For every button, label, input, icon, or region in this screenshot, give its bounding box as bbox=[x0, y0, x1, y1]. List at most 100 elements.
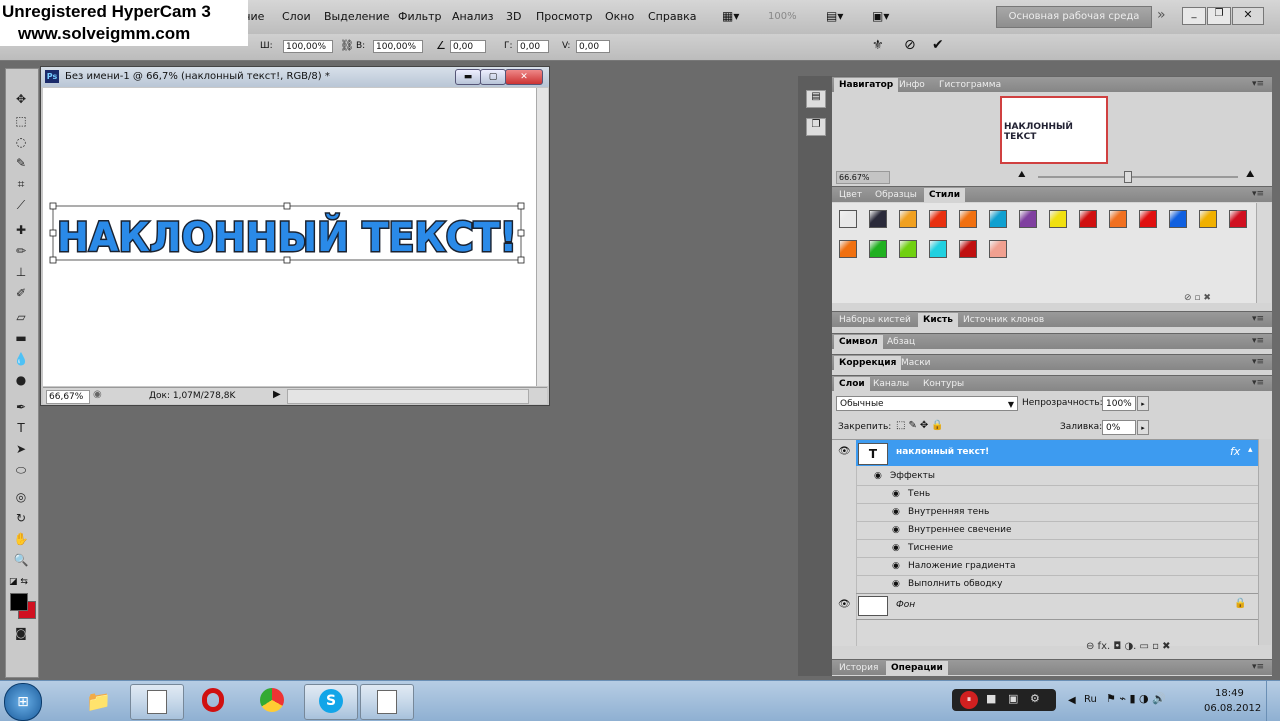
tab-history[interactable]: История bbox=[834, 661, 883, 675]
start-button[interactable]: ⊞ bbox=[4, 683, 42, 721]
style-swatch[interactable] bbox=[1139, 210, 1157, 228]
taskbar-opera[interactable] bbox=[188, 684, 240, 718]
tab-channels[interactable]: Каналы bbox=[868, 377, 914, 391]
language-indicator[interactable]: Ru bbox=[1084, 694, 1097, 705]
blur-icon[interactable]: 💧 bbox=[12, 351, 30, 367]
tab-adjustments[interactable]: Коррекция bbox=[834, 356, 902, 370]
effect-row[interactable]: ◉ Внутреннее свечение bbox=[856, 521, 1258, 540]
styles-footer-icons[interactable]: ⊘ ▫ ✖ bbox=[1184, 293, 1211, 303]
taskbar-app-2[interactable] bbox=[360, 684, 414, 720]
status-arrow-icon[interactable]: ▶ bbox=[273, 389, 281, 400]
style-swatch[interactable] bbox=[929, 210, 947, 228]
quick-select-icon[interactable]: ✎ bbox=[12, 155, 30, 171]
opacity-arrow-icon[interactable]: ▸ bbox=[1137, 396, 1149, 411]
eye-icon[interactable]: ◉ bbox=[892, 557, 900, 575]
styles-scrollbar[interactable] bbox=[1256, 203, 1271, 303]
style-swatch[interactable] bbox=[1079, 210, 1097, 228]
3d-rotate-icon[interactable]: ◎ bbox=[12, 489, 30, 505]
panel-menu-icon[interactable]: ▾≡ bbox=[1252, 314, 1264, 324]
path-select-icon[interactable]: ➤ bbox=[12, 441, 30, 457]
eye-icon[interactable]: 👁 bbox=[838, 446, 851, 457]
menu-item-layers[interactable]: Слои bbox=[282, 10, 311, 23]
commit-icon[interactable]: ✔ bbox=[932, 37, 944, 53]
link-icon[interactable]: ⛓ bbox=[340, 39, 354, 52]
tab-brush[interactable]: Кисть bbox=[918, 313, 958, 327]
zoom-level[interactable]: 100% bbox=[768, 11, 797, 22]
taskbar-skype[interactable]: S bbox=[304, 684, 358, 720]
navigator-zoom-slider[interactable] bbox=[1038, 171, 1238, 183]
style-swatch[interactable] bbox=[959, 210, 977, 228]
width-field[interactable]: 100,00% bbox=[283, 40, 333, 53]
tab-paths[interactable]: Контуры bbox=[918, 377, 969, 391]
eye-icon[interactable]: ◉ bbox=[874, 467, 882, 485]
chevron-right-icon[interactable]: » bbox=[1157, 7, 1166, 23]
text-layer-row[interactable]: T наклонный текст! fx ▴ bbox=[856, 440, 1258, 466]
arrange-icon[interactable]: ▤▾ bbox=[826, 9, 843, 23]
close-icon[interactable]: ✕ bbox=[1232, 7, 1264, 25]
panel-menu-icon[interactable]: ▾≡ bbox=[1252, 79, 1264, 89]
panel-menu-icon[interactable]: ▾≡ bbox=[1252, 336, 1264, 346]
style-swatch[interactable] bbox=[899, 210, 917, 228]
tab-info[interactable]: Инфо bbox=[894, 78, 930, 92]
clock-time[interactable]: 18:49 bbox=[1215, 688, 1244, 699]
navigator-zoom-field[interactable]: 66.67% bbox=[836, 171, 890, 184]
pen-tool-icon[interactable]: ✒ bbox=[12, 399, 30, 415]
style-swatch[interactable] bbox=[899, 240, 917, 258]
cancel-icon[interactable]: ⊘ bbox=[904, 37, 916, 53]
actions-panel-icon[interactable]: ❐ bbox=[806, 118, 826, 136]
angle-field[interactable]: 0,00 bbox=[450, 40, 486, 53]
eyedropper-icon[interactable]: ⟋ bbox=[12, 197, 30, 213]
effect-row[interactable]: ◉ Тиснение bbox=[856, 539, 1258, 558]
panel-menu-icon[interactable]: ▾≡ bbox=[1252, 662, 1264, 672]
tab-styles[interactable]: Стили bbox=[924, 188, 966, 202]
tab-masks[interactable]: Маски bbox=[896, 356, 936, 370]
history-panel-icon[interactable]: ▤ bbox=[806, 90, 826, 108]
panel-menu-icon[interactable]: ▾≡ bbox=[1252, 378, 1264, 388]
vskew-field[interactable]: 0,00 bbox=[576, 40, 610, 53]
doc-zoom-field[interactable]: 66,67% bbox=[46, 390, 90, 404]
marquee-tool-icon[interactable]: ⬚ bbox=[12, 113, 30, 129]
fill-field[interactable]: 0% bbox=[1102, 420, 1136, 435]
screenshot-icon[interactable]: ▣ bbox=[1008, 692, 1018, 705]
menu-item-filter[interactable]: Фильтр bbox=[398, 10, 442, 23]
tab-layers[interactable]: Слои bbox=[834, 377, 870, 391]
warp-icon[interactable]: ⚜ bbox=[872, 38, 884, 53]
show-desktop-button[interactable] bbox=[1266, 681, 1280, 721]
style-swatch[interactable] bbox=[989, 240, 1007, 258]
restore-icon[interactable]: ❐ bbox=[1207, 7, 1231, 25]
foreground-color[interactable] bbox=[10, 593, 28, 611]
style-swatch[interactable] bbox=[1169, 210, 1187, 228]
style-swatch[interactable] bbox=[1109, 210, 1127, 228]
settings-icon[interactable]: ⚙ bbox=[1030, 692, 1040, 705]
eye-icon[interactable]: 👁 bbox=[838, 599, 851, 610]
height-field[interactable]: 100,00% bbox=[373, 40, 423, 53]
effect-row[interactable]: ◉ Тень bbox=[856, 485, 1258, 504]
hskew-field[interactable]: 0,00 bbox=[517, 40, 549, 53]
menu-item-help[interactable]: Справка bbox=[648, 10, 696, 23]
panel-menu-icon[interactable]: ▾≡ bbox=[1252, 189, 1264, 199]
text-layer-name[interactable]: наклонный текст! bbox=[896, 447, 989, 457]
expand-arrow-icon[interactable]: ▴ bbox=[1248, 445, 1253, 455]
tab-navigator[interactable]: Навигатор bbox=[834, 78, 899, 92]
crop-tool-icon[interactable]: ⌗ bbox=[12, 176, 30, 192]
menu-item-select[interactable]: Выделение bbox=[324, 10, 390, 23]
lock-icons[interactable]: ⬚✎✥🔒 bbox=[896, 420, 947, 431]
style-swatch[interactable] bbox=[839, 210, 857, 228]
clock-date[interactable]: 06.08.2012 bbox=[1204, 703, 1261, 714]
dodge-icon[interactable]: ● bbox=[12, 372, 30, 388]
layer-footer-icons[interactable]: ⊖ fx. ◘ ◑. ▭ ▫ ✖ bbox=[1086, 641, 1171, 652]
blend-mode-select[interactable]: Обычные ▼ bbox=[836, 396, 1018, 411]
tray-arrow-icon[interactable]: ◀ bbox=[1068, 695, 1076, 706]
taskbar-explorer[interactable]: 📁 bbox=[72, 684, 124, 718]
style-swatch[interactable] bbox=[1019, 210, 1037, 228]
horizontal-scrollbar[interactable] bbox=[287, 389, 529, 404]
taskbar-chrome[interactable] bbox=[246, 684, 298, 718]
fill-arrow-icon[interactable]: ▸ bbox=[1137, 420, 1149, 435]
tab-histogram[interactable]: Гистограмма bbox=[934, 78, 1006, 92]
effect-row[interactable]: ◉ Наложение градиента bbox=[856, 557, 1258, 576]
style-swatch[interactable] bbox=[1049, 210, 1067, 228]
default-colors-icon[interactable]: ◪ ⇆ bbox=[9, 577, 28, 587]
screen-mode-icon[interactable]: ▦▾ bbox=[722, 9, 739, 23]
slider-thumb[interactable] bbox=[1124, 171, 1132, 183]
taskbar-app-1[interactable] bbox=[130, 684, 184, 720]
